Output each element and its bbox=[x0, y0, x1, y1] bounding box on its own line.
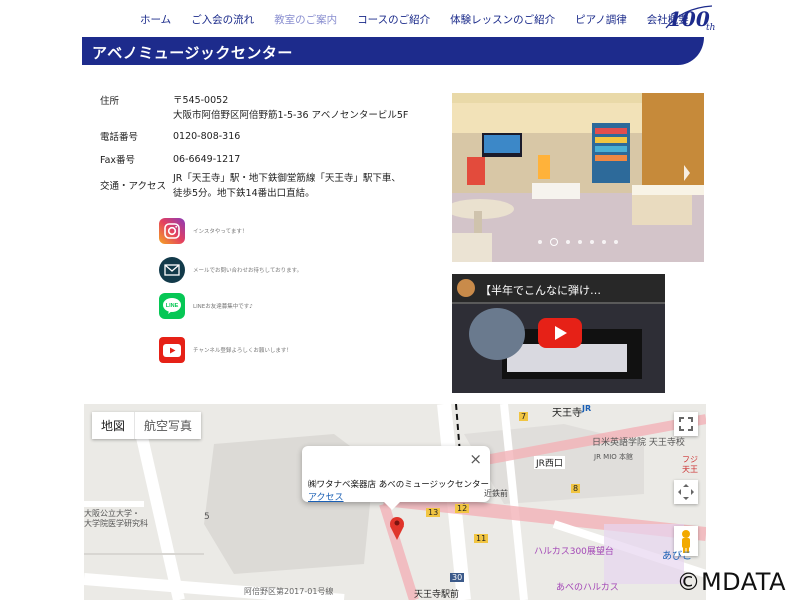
map-label-osaka-univ2: 大学院医学研究科 bbox=[84, 519, 148, 528]
mail-text: メールでお問い合わせお待ちしております。 bbox=[193, 268, 303, 274]
nav-piano-tuning[interactable]: ピアノ調律 bbox=[565, 8, 637, 30]
map-label-jr-mio: JR MIO 本館 bbox=[594, 453, 633, 461]
carousel-dot-active[interactable] bbox=[550, 238, 558, 246]
line-link[interactable]: LINE LINEお友達募集中です♪ bbox=[159, 293, 253, 319]
carousel-dots bbox=[452, 238, 704, 246]
youtube-link[interactable]: チャンネル登録よろしくお願いします！ bbox=[159, 337, 292, 363]
map-camera-control[interactable] bbox=[674, 480, 698, 504]
map-tab-map[interactable]: 地図 bbox=[92, 412, 136, 439]
nav-home[interactable]: ホーム bbox=[130, 8, 181, 30]
nav-school-guide[interactable]: 教室のご案内 bbox=[264, 8, 347, 30]
top-nav: ホーム ご入会の流れ 教室のご案内 コースのご紹介 体験レッスンのご紹介 ピアノ… bbox=[130, 8, 699, 30]
map-type-control: 地図 航空写真 bbox=[92, 412, 202, 439]
map-marker: 12 bbox=[455, 504, 470, 513]
nav-trial-lesson[interactable]: 体験レッスンのご紹介 bbox=[440, 8, 565, 30]
map-marker: 13 bbox=[426, 508, 441, 517]
map-marker: 30 bbox=[450, 573, 465, 582]
mail-icon[interactable] bbox=[159, 257, 185, 283]
play-icon bbox=[555, 326, 567, 340]
map-marker: 5 bbox=[204, 512, 210, 522]
svg-text:100: 100 bbox=[668, 7, 710, 31]
fax-value: 06-6649-1217 bbox=[173, 154, 241, 165]
svg-text:LINE: LINE bbox=[166, 303, 179, 309]
youtube-video-embed[interactable]: 【半年でこんなに弾け… bbox=[452, 274, 665, 393]
line-icon[interactable]: LINE bbox=[159, 293, 185, 319]
map-label-jr-west: JR西口 bbox=[534, 456, 565, 469]
fullscreen-icon bbox=[679, 417, 693, 431]
carousel-dot[interactable] bbox=[590, 240, 594, 244]
page-title: アベノミュージックセンター bbox=[92, 44, 293, 62]
access-value: JR「天王寺」駅・地下鉄御堂筋線「天王寺」駅下車、徒歩5分。地下鉄14番出口直結… bbox=[173, 173, 401, 199]
postal-code: 〒545-0052 bbox=[173, 95, 229, 106]
popup-close-icon[interactable]: × bbox=[469, 452, 482, 467]
popup-pointer bbox=[384, 502, 400, 510]
mail-link[interactable]: メールでお問い合わせお待ちしております。 bbox=[159, 257, 302, 283]
carousel-dot[interactable] bbox=[614, 240, 618, 244]
access-label: 交通・アクセス bbox=[100, 181, 167, 192]
instagram-text: インスタやってます！ bbox=[193, 229, 248, 235]
classroom-photo-carousel[interactable] bbox=[452, 93, 704, 262]
classroom-photo bbox=[452, 93, 704, 262]
map-label-kintetsu: 近鉄前 bbox=[484, 489, 508, 498]
carousel-dot[interactable] bbox=[538, 240, 542, 244]
map-label-tennoji-ekimae: 天王寺駅前 bbox=[414, 590, 460, 600]
phone-value[interactable]: 0120-808-316 bbox=[173, 129, 413, 144]
svg-text:th: th bbox=[706, 23, 715, 33]
map-marker: 8 bbox=[571, 484, 581, 493]
carousel-dot[interactable] bbox=[602, 240, 606, 244]
anniversary-100th-logo[interactable]: 100 th bbox=[662, 2, 724, 36]
line-text: LINEお友達募集中です♪ bbox=[193, 304, 253, 310]
address-value: 〒545-0052 大阪市阿倍野区阿倍野筋1-5-36 アベノセンタービル5F bbox=[173, 93, 413, 123]
phone-label: 電話番号 bbox=[100, 132, 139, 143]
jr-icon: JR bbox=[582, 404, 592, 413]
map-label-abeno-harukas: あべのハルカス bbox=[556, 583, 619, 593]
map-label-tennoji: 天王寺 bbox=[552, 408, 582, 419]
map-label-harukas300: ハルカス300展望台 bbox=[534, 547, 614, 557]
map-tab-satellite[interactable]: 航空写真 bbox=[135, 412, 201, 439]
fax-label: Fax番号 bbox=[100, 155, 136, 166]
popup-place-name: ㈱ワタナベ楽器店 あべのミュージックセンター bbox=[308, 480, 490, 490]
carousel-dot[interactable] bbox=[578, 240, 582, 244]
map-label-fuji2: 天王 bbox=[682, 465, 698, 474]
youtube-icon[interactable] bbox=[159, 337, 185, 363]
map-info-popup: ㈱ワタナベ楽器店 あべのミュージックセンター アクセス × bbox=[302, 446, 490, 503]
map-marker: 7 bbox=[519, 412, 529, 421]
map-label-nichibei: 日米英語学院 天王寺校 bbox=[592, 438, 685, 448]
watermark: ©MDATA bbox=[676, 568, 786, 596]
instagram-link[interactable]: インスタやってます！ bbox=[159, 218, 247, 244]
address-label: 住所 bbox=[100, 96, 120, 107]
map-label-abeno: あびこ bbox=[662, 551, 692, 562]
map-label-road: 阿倍野区第2017-01号線 bbox=[244, 587, 334, 596]
video-play-button[interactable] bbox=[538, 318, 582, 348]
nav-admission-flow[interactable]: ご入会の流れ bbox=[181, 8, 264, 30]
nav-courses[interactable]: コースのご紹介 bbox=[347, 8, 440, 30]
video-title: 【半年でこんなに弾け… bbox=[480, 284, 601, 297]
carousel-dot[interactable] bbox=[566, 240, 570, 244]
move-arrows-icon bbox=[678, 484, 694, 500]
youtube-text: チャンネル登録よろしくお願いします！ bbox=[193, 348, 292, 354]
map-marker: 11 bbox=[474, 534, 489, 543]
popup-access-link[interactable]: アクセス bbox=[308, 490, 344, 503]
instagram-icon[interactable] bbox=[159, 218, 185, 244]
street-address: 大阪市阿倍野区阿倍野筋1-5-36 アベノセンタービル5F bbox=[173, 110, 409, 121]
map-fullscreen-button[interactable] bbox=[674, 412, 698, 436]
page-title-banner: アベノミュージックセンター bbox=[82, 37, 704, 65]
google-map[interactable]: 地図 航空写真 ㈱ワタナベ楽器店 あべのミュージックセンター アクセス × 天王… bbox=[84, 404, 706, 600]
